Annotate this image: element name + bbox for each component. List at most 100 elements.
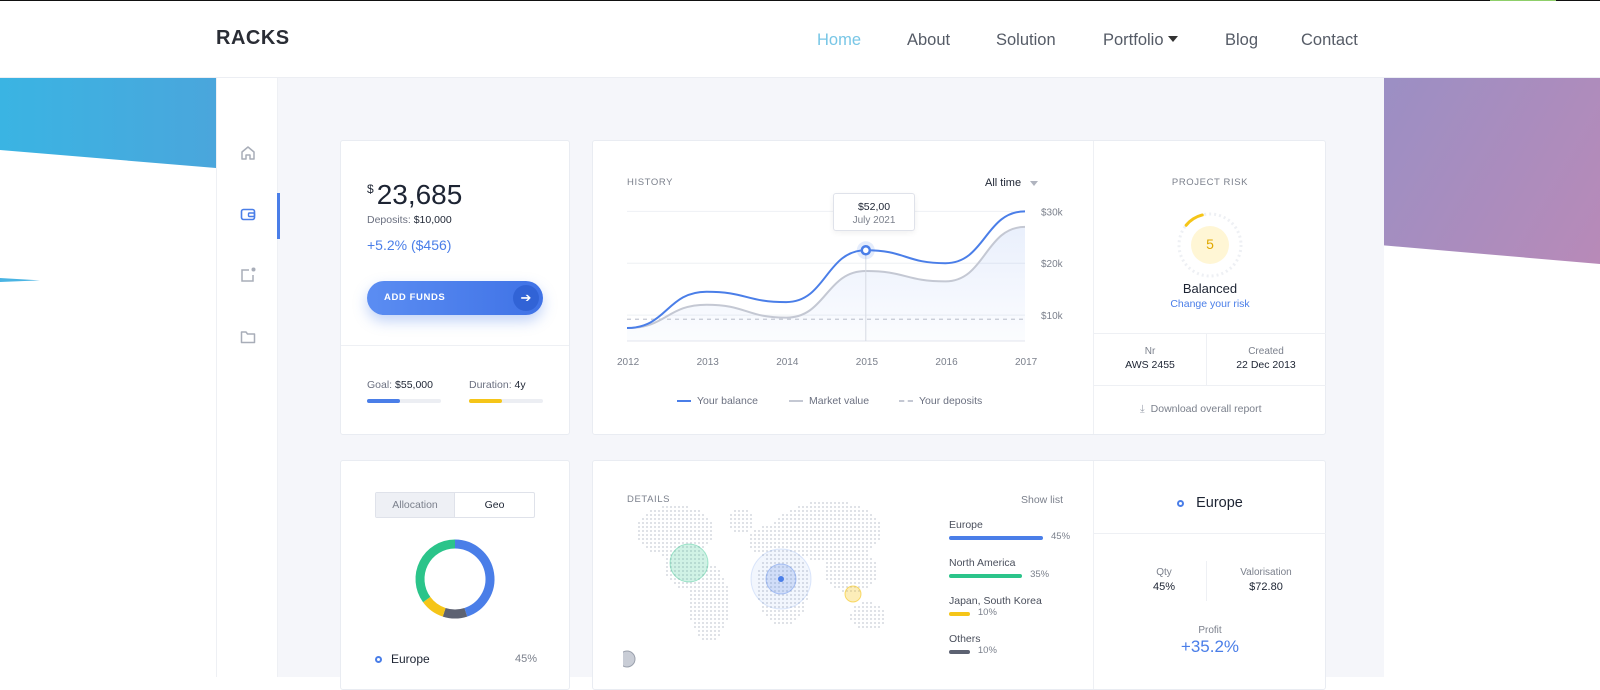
- highlight-point: [860, 245, 872, 256]
- show-list-link[interactable]: Show list: [1021, 494, 1063, 506]
- region-dot: [1177, 499, 1185, 507]
- legend-label: Your deposits: [919, 395, 983, 407]
- deposits-line: Deposits: $10,000: [367, 214, 452, 226]
- nav-contact[interactable]: Contact: [1301, 31, 1358, 50]
- allocation-legend-value: 45%: [514, 653, 537, 665]
- duration-label: Duration:: [469, 379, 512, 391]
- x-tick-label: 2013: [697, 357, 720, 368]
- wallet-icon[interactable]: [239, 205, 257, 223]
- created-value: 22 Dec 2013: [1236, 359, 1296, 371]
- donut-slice-north-america: [415, 539, 456, 603]
- tooltip-date: July 2021: [852, 215, 896, 226]
- legend-swatch: [789, 400, 803, 403]
- divider: [1094, 333, 1326, 334]
- x-tick-label: 2012: [617, 357, 640, 368]
- legend-deposits: Your deposits: [899, 395, 982, 407]
- balance-value: 23,685: [376, 179, 463, 210]
- valorisation-value: $72.80: [1249, 581, 1283, 593]
- decor-shape-right: [1384, 78, 1600, 264]
- allocation-legend-item[interactable]: Europe: [375, 652, 430, 666]
- donut-slice-others: [442, 607, 468, 619]
- region-list-item[interactable]: Others 10%: [949, 633, 1079, 667]
- world-map: [623, 502, 884, 668]
- valorisation-label: Valorisation: [1240, 567, 1292, 578]
- balance-change: +5.2% ($456): [367, 237, 452, 253]
- region-detail-name: Europe: [1196, 495, 1243, 511]
- goal-progress-fill: [367, 399, 401, 403]
- allocation-tabs: Allocation Geo: [375, 492, 535, 518]
- tab-geo[interactable]: Geo: [455, 493, 534, 517]
- donut-slice-europe: [454, 539, 495, 617]
- nr-label: Nr: [1144, 346, 1156, 357]
- gauge-arc: [1184, 213, 1204, 227]
- change-risk-link[interactable]: Change your risk: [1094, 298, 1326, 310]
- donut-slice-japan-south-korea: [423, 596, 446, 617]
- duration-progress-track: [469, 399, 543, 403]
- legend-market: Market value: [789, 395, 869, 407]
- top-navbar: RACKS Home About Solution Portfolio Blog…: [0, 1, 1600, 78]
- japan-marker: [844, 585, 862, 603]
- tab-allocation[interactable]: Allocation: [376, 493, 455, 517]
- goal-line: Goal: $55,000: [367, 379, 433, 391]
- nav-blog[interactable]: Blog: [1225, 31, 1258, 50]
- nav-home[interactable]: Home: [817, 31, 861, 50]
- balance-card: $ 23,685 Deposits: $10,000 +5.2% ($456) …: [340, 140, 570, 435]
- add-funds-button[interactable]: ADD FUNDS ➔: [367, 281, 543, 315]
- decor-shape-left-small: [0, 278, 40, 282]
- legend-dot: [375, 656, 382, 664]
- north-america-marker: [669, 543, 709, 583]
- folder-icon[interactable]: [239, 328, 257, 346]
- x-tick-label: 2017: [1015, 357, 1038, 368]
- divider: [1094, 533, 1326, 534]
- legend-balance: Your balance: [677, 395, 758, 407]
- duration-progress-fill: [469, 399, 503, 403]
- profit-label: Profit: [1198, 625, 1222, 636]
- logo[interactable]: RACKS: [216, 27, 290, 50]
- legend-label: Your balance: [697, 395, 758, 407]
- region-list-item[interactable]: North America 35%: [949, 557, 1079, 591]
- x-tick-label: 2016: [935, 357, 958, 368]
- region-list-item[interactable]: Japan, South Korea 10%: [949, 595, 1079, 629]
- market-area: [627, 226, 1025, 341]
- region-detail-title: Europe: [1094, 495, 1326, 511]
- download-label: Download overall report: [1150, 403, 1262, 415]
- nav-about[interactable]: About: [907, 31, 950, 50]
- deposits-label: Deposits:: [367, 214, 411, 226]
- nav-portfolio-label: Portfolio: [1103, 31, 1164, 49]
- project-risk-panel: PROJECT RISK 5 Balanced Change your risk…: [1093, 141, 1326, 434]
- balance-amount: $ 23,685: [367, 179, 462, 211]
- nr-value: AWS 2455: [1125, 359, 1175, 371]
- home-icon[interactable]: [239, 144, 257, 162]
- divider: [1094, 385, 1326, 386]
- region-bar: [949, 612, 970, 616]
- duration-line: Duration: 4y: [469, 379, 526, 391]
- allocation-donut: [415, 539, 495, 619]
- risk-label: Balanced: [1182, 281, 1238, 296]
- legend-swatch: [899, 400, 913, 403]
- region-list-item[interactable]: Europe 45%: [949, 519, 1079, 553]
- region-name: Europe: [949, 519, 983, 531]
- deposits-value: $10,000: [413, 214, 452, 226]
- region-pct: 10%: [977, 607, 997, 618]
- nav-solution[interactable]: Solution: [996, 31, 1056, 50]
- region-pct: 10%: [977, 645, 997, 656]
- divider: [341, 345, 569, 346]
- download-report-link[interactable]: ⤓ Download overall report: [1140, 403, 1262, 416]
- details-card: DETAILS Show list Europe 45% North America…: [592, 460, 1326, 690]
- region-pct: 35%: [1030, 569, 1050, 580]
- region-pct: 45%: [1051, 531, 1071, 542]
- add-note-icon[interactable]: [239, 266, 257, 284]
- x-tick-label: 2014: [776, 357, 799, 368]
- region-name: Japan, South Korea: [949, 595, 1042, 607]
- currency-symbol: $: [367, 182, 374, 196]
- goal-value: $55,000: [395, 379, 433, 391]
- profit-value: +35.2%: [1180, 637, 1240, 656]
- arrow-right-icon: ➔: [513, 285, 539, 311]
- risk-level: 5: [1206, 236, 1214, 252]
- region-name: North America: [949, 557, 1016, 569]
- duration-value: 4y: [514, 379, 526, 391]
- nav-portfolio[interactable]: Portfolio: [1103, 31, 1178, 50]
- allocation-card: Allocation Geo Europe 45%: [340, 460, 570, 690]
- region-name: Others: [949, 633, 981, 645]
- download-icon: ⤓: [1140, 403, 1145, 415]
